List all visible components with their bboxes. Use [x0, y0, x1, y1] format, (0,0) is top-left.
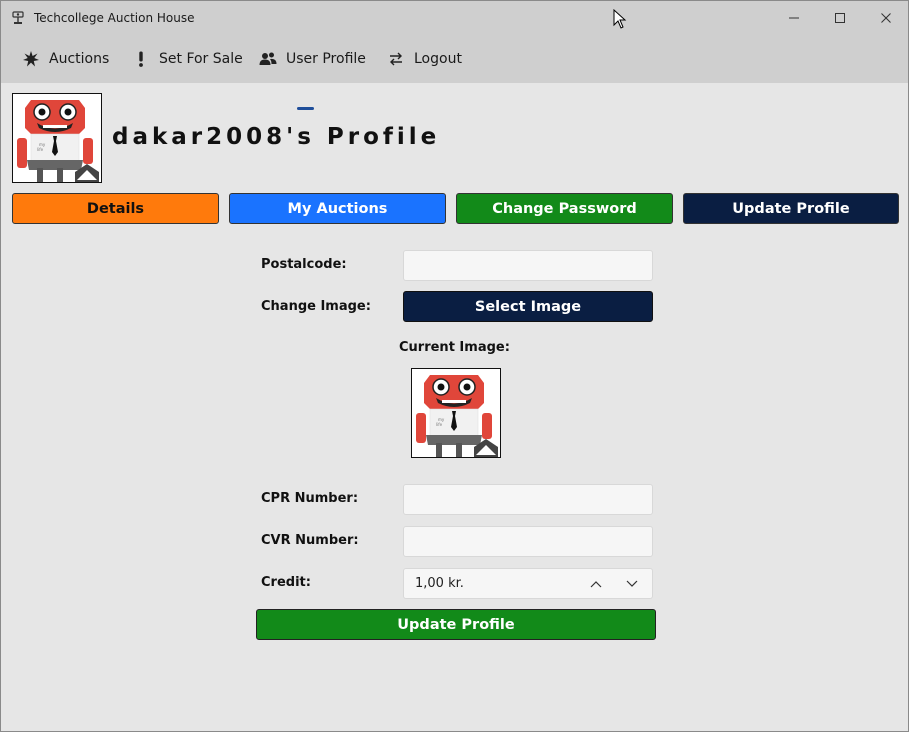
close-button[interactable]	[863, 1, 909, 35]
svg-text:life: life	[436, 422, 443, 427]
nav-item-set-for-sale[interactable]: Set For Sale	[132, 35, 243, 83]
decrement-button[interactable]	[620, 569, 644, 598]
users-icon	[259, 50, 277, 68]
current-image-preview: my life	[411, 368, 501, 458]
app-window: Techcollege Auction House Auctions Set F…	[0, 0, 909, 732]
postalcode-field[interactable]	[403, 250, 653, 281]
minimize-button[interactable]	[771, 1, 817, 35]
nav-label-auctions: Auctions	[49, 51, 110, 67]
page-title: dakar2008's Profile	[112, 124, 441, 150]
nav-label-set-for-sale: Set For Sale	[159, 51, 243, 67]
select-image-button[interactable]: Select Image	[403, 291, 653, 322]
exclamation-icon	[132, 50, 150, 68]
nav-item-logout[interactable]: Logout	[387, 35, 462, 83]
details-button[interactable]: Details	[12, 193, 219, 224]
increment-button[interactable]	[584, 569, 608, 598]
gavel-logo-icon	[10, 10, 26, 26]
update-profile-tab-button[interactable]: Update Profile	[683, 193, 899, 224]
mouse-pointer-icon	[613, 8, 627, 34]
cvr-number-field[interactable]	[403, 526, 653, 557]
avatar: my life	[12, 93, 102, 183]
nav-item-auctions[interactable]: Auctions	[22, 35, 109, 83]
window-title: Techcollege Auction House	[34, 11, 195, 25]
title-bar: Techcollege Auction House	[1, 1, 908, 35]
main-nav: Auctions Set For Sale User Profile Logou…	[1, 35, 908, 110]
change-password-button[interactable]: Change Password	[456, 193, 673, 224]
explosion-star-icon	[22, 50, 40, 68]
change-image-label: Change Image:	[261, 299, 371, 314]
svg-text:life: life	[37, 147, 44, 152]
my-auctions-button[interactable]: My Auctions	[229, 193, 446, 224]
nav-item-user-profile[interactable]: User Profile	[259, 35, 366, 83]
nav-label-logout: Logout	[414, 51, 462, 67]
credit-value: 1,00 kr.	[415, 576, 464, 591]
current-image-label: Current Image:	[399, 340, 510, 355]
credit-label: Credit:	[261, 575, 311, 590]
active-tab-indicator	[297, 107, 314, 110]
cpr-number-label: CPR Number:	[261, 491, 359, 506]
credit-stepper[interactable]: 1,00 kr.	[403, 568, 653, 599]
nav-label-user-profile: User Profile	[286, 51, 366, 67]
postalcode-label: Postalcode:	[261, 257, 347, 272]
update-profile-button[interactable]: Update Profile	[256, 609, 656, 640]
maximize-button[interactable]	[817, 1, 863, 35]
cvr-number-label: CVR Number:	[261, 533, 359, 548]
swap-arrows-icon	[387, 50, 405, 68]
cpr-number-field[interactable]	[403, 484, 653, 515]
